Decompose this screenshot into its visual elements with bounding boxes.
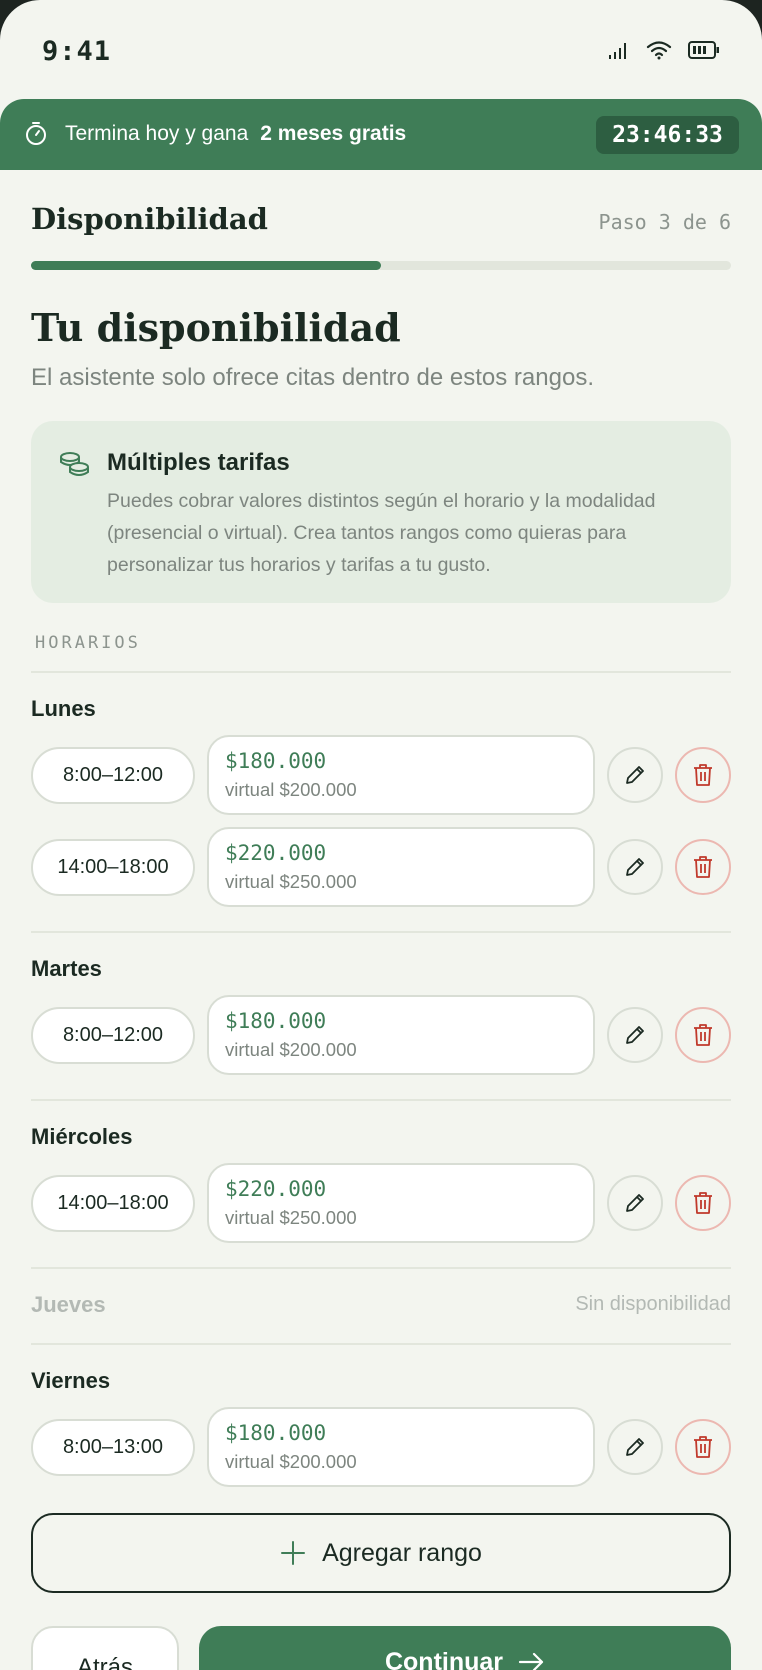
divider [31, 671, 731, 673]
status-bar: 9:41 [0, 0, 762, 100]
progress-bar [31, 261, 731, 270]
progress-fill [31, 261, 381, 270]
pencil-icon [626, 766, 644, 784]
pencil-icon [626, 1438, 644, 1456]
price-virtual: virtual $200.000 [225, 1039, 357, 1060]
section-heading: Tu disponibilidad [31, 305, 401, 350]
signal-icon [609, 43, 626, 59]
promo-text: Termina hoy y gana 2 meses gratis [65, 122, 406, 146]
trash-icon [694, 764, 712, 786]
day-label-viernes: Viernes [31, 1368, 111, 1393]
divider [31, 1267, 731, 1269]
price-box[interactable]: $180.000 virtual $200.000 [207, 995, 595, 1075]
arrow-right-icon [518, 1652, 544, 1670]
no-availability-label: Sin disponibilidad [575, 1293, 731, 1315]
day-label-lunes: Lunes [31, 696, 96, 721]
app-screen: 9:41 Termina hoy y gana 2 meses gratis 2… [0, 0, 762, 1670]
price-presencial: $180.000 [225, 1009, 327, 1033]
day-label-miercoles: Miércoles [31, 1124, 133, 1149]
price-presencial: $220.000 [225, 841, 327, 865]
step-indicator: Paso 3 de 6 [598, 210, 731, 234]
time-range-pill[interactable]: 8:00–13:00 [31, 1419, 195, 1476]
price-virtual: virtual $250.000 [225, 1207, 357, 1228]
price-box[interactable]: $180.000 virtual $200.000 [207, 735, 595, 815]
divider [31, 1343, 731, 1345]
plus-icon [281, 1541, 306, 1565]
pencil-icon [626, 858, 644, 876]
range-row: 8:00–12:00 $180.000 virtual $200.000 [31, 995, 731, 1075]
edit-button[interactable] [607, 1419, 663, 1475]
time-range-pill[interactable]: 8:00–12:00 [31, 1007, 195, 1064]
delete-button[interactable] [675, 1007, 731, 1063]
delete-button[interactable] [675, 747, 731, 803]
trash-icon [694, 1024, 712, 1046]
trash-icon [694, 1192, 712, 1214]
day-label-martes: Martes [31, 956, 102, 981]
schedules-label: HORARIOS [35, 633, 141, 653]
trash-icon [694, 856, 712, 878]
price-virtual: virtual $200.000 [225, 1451, 357, 1472]
time-range-pill[interactable]: 8:00–12:00 [31, 747, 195, 804]
range-row: 14:00–18:00 $220.000 virtual $250.000 [31, 827, 731, 907]
section-subtitle: El asistente solo ofrece citas dentro de… [31, 364, 594, 391]
edit-button[interactable] [607, 1175, 663, 1231]
page-title: Disponibilidad [31, 202, 268, 236]
continue-button[interactable]: Continuar [199, 1626, 731, 1670]
wifi-icon [646, 41, 672, 60]
delete-button[interactable] [675, 1175, 731, 1231]
edit-button[interactable] [607, 839, 663, 895]
price-box[interactable]: $220.000 virtual $250.000 [207, 827, 595, 907]
battery-icon [688, 41, 719, 59]
day-label-jueves: Jueves [31, 1292, 106, 1317]
time-range-pill[interactable]: 14:00–18:00 [31, 839, 195, 896]
range-row: 14:00–18:00 $220.000 virtual $250.000 [31, 1163, 731, 1243]
price-presencial: $220.000 [225, 1177, 327, 1201]
price-virtual: virtual $200.000 [225, 779, 357, 800]
stopwatch-icon [26, 122, 46, 145]
pencil-icon [626, 1026, 644, 1044]
delete-button[interactable] [675, 1419, 731, 1475]
pencil-icon [626, 1194, 644, 1212]
continue-label: Continuar [384, 1648, 504, 1670]
coins-icon [60, 452, 89, 476]
status-icons [608, 40, 720, 60]
countdown-timer: 23:46:33 [596, 116, 739, 154]
trash-icon [694, 1436, 712, 1458]
back-button[interactable]: Atrás [31, 1626, 179, 1670]
price-presencial: $180.000 [225, 1421, 327, 1445]
price-virtual: virtual $250.000 [225, 871, 357, 892]
range-row: 8:00–13:00 $180.000 virtual $200.000 [31, 1407, 731, 1487]
info-body: Puedes cobrar valores distintos según el… [107, 490, 656, 576]
price-presencial: $180.000 [225, 749, 327, 773]
promo-highlight: 2 meses gratis [260, 122, 407, 145]
delete-button[interactable] [675, 839, 731, 895]
divider [31, 931, 731, 933]
promo-banner[interactable]: Termina hoy y gana 2 meses gratis 23:46:3… [0, 99, 762, 170]
promo-label: Termina hoy y gana [65, 122, 249, 145]
status-time: 9:41 [42, 36, 112, 67]
edit-button[interactable] [607, 747, 663, 803]
add-range-label: Agregar rango [322, 1538, 482, 1567]
price-box[interactable]: $180.000 virtual $200.000 [207, 1407, 595, 1487]
range-row: 8:00–12:00 $180.000 virtual $200.000 [31, 735, 731, 815]
price-box[interactable]: $220.000 virtual $250.000 [207, 1163, 595, 1243]
time-range-pill[interactable]: 14:00–18:00 [31, 1175, 195, 1232]
info-card: Múltiples tarifas Puedes cobrar valores … [31, 421, 731, 603]
info-title: Múltiples tarifas [107, 449, 290, 476]
add-range-button[interactable]: Agregar rango [31, 1513, 731, 1593]
divider [31, 1099, 731, 1101]
edit-button[interactable] [607, 1007, 663, 1063]
